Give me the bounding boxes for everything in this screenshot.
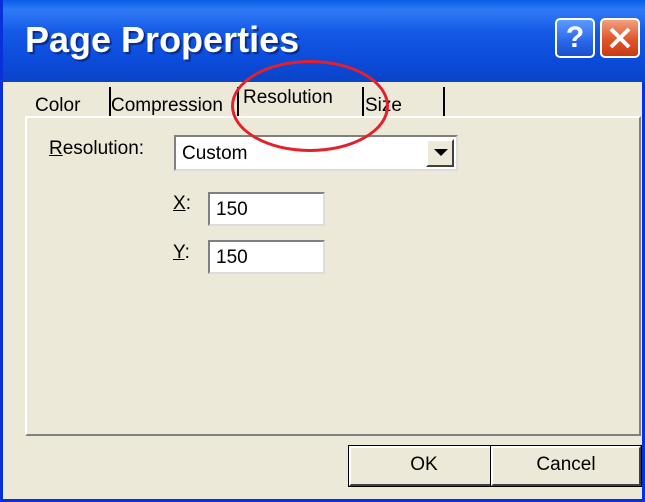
- y-resolution-value: 150: [216, 247, 248, 268]
- page-properties-dialog: Page Properties ? Color Compression Reso…: [0, 0, 645, 502]
- tab-label: Resolution: [243, 87, 333, 108]
- cancel-button[interactable]: Cancel: [490, 445, 642, 487]
- window-title: Page Properties: [25, 19, 300, 60]
- ok-button[interactable]: OK: [348, 445, 500, 487]
- x-resolution-field[interactable]: 150: [208, 192, 325, 226]
- ok-button-label: OK: [410, 454, 438, 475]
- dropdown-button[interactable]: [426, 139, 454, 167]
- chevron-down-icon: [434, 149, 448, 156]
- tab-label: Size: [365, 95, 402, 116]
- y-label: Y:: [173, 242, 190, 263]
- help-icon: ?: [565, 21, 585, 54]
- x-resolution-value: 150: [216, 199, 248, 220]
- close-button[interactable]: [600, 18, 640, 58]
- y-resolution-field[interactable]: 150: [208, 240, 325, 274]
- tab-label: Compression: [111, 95, 223, 116]
- title-bar[interactable]: Page Properties ?: [3, 0, 645, 82]
- help-button[interactable]: ?: [555, 18, 595, 58]
- tab-label: Color: [35, 95, 81, 116]
- resolution-label: Resolution:: [49, 138, 145, 159]
- x-label: X:: [173, 193, 191, 214]
- resolution-select[interactable]: Custom: [174, 135, 458, 171]
- close-icon: [609, 27, 631, 49]
- tab-divider: [237, 87, 239, 117]
- resolution-select-value: Custom: [182, 143, 248, 164]
- cancel-button-label: Cancel: [536, 454, 596, 475]
